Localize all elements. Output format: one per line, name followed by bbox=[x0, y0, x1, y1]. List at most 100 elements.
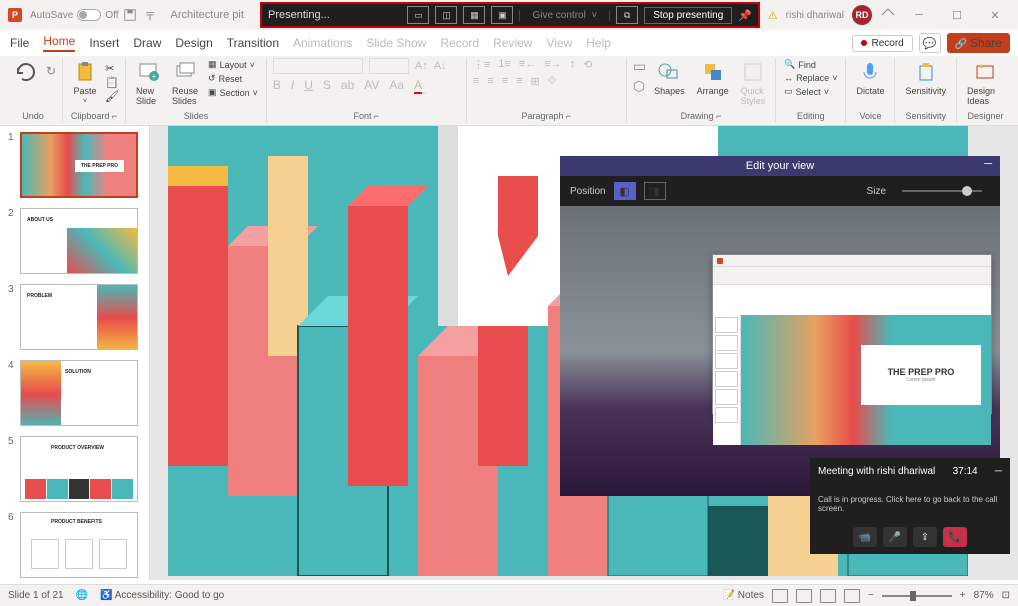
position-left-button[interactable]: ◧ bbox=[614, 182, 636, 200]
give-control-dropdown[interactable]: Give control ˅ bbox=[519, 10, 610, 21]
camera-toggle-button[interactable]: 📹 bbox=[853, 527, 877, 547]
document-title[interactable]: Architecture pit bbox=[171, 9, 244, 21]
quick-styles-button[interactable]: Quick Styles bbox=[737, 58, 770, 108]
italic-button[interactable]: I bbox=[291, 78, 294, 94]
ribbon-options-icon[interactable] bbox=[880, 7, 896, 23]
shrink-font-button[interactable]: A↓ bbox=[434, 60, 447, 72]
comments-button[interactable]: 💬 bbox=[919, 33, 941, 53]
format-painter-button[interactable]: 🖌 bbox=[105, 90, 119, 103]
zoom-in-button[interactable]: + bbox=[960, 590, 966, 601]
record-button[interactable]: Record bbox=[852, 35, 912, 52]
thumbnail-4[interactable]: SOLUTION bbox=[20, 360, 138, 426]
position-right-button[interactable]: ◨ bbox=[644, 182, 666, 200]
bullets-button[interactable]: ⋮≡ bbox=[473, 58, 490, 71]
menu-design[interactable]: Design bbox=[175, 36, 212, 50]
layout-mode-3[interactable]: ▦ bbox=[463, 6, 485, 24]
menu-record[interactable]: Record bbox=[440, 36, 479, 50]
zoom-level[interactable]: 87% bbox=[974, 590, 994, 601]
user-avatar[interactable]: RD bbox=[852, 5, 872, 25]
layout-button[interactable]: ▦ Layout ˅ bbox=[206, 58, 260, 71]
pin-icon[interactable]: 📌 bbox=[738, 9, 752, 22]
warning-icon[interactable]: ⚠ bbox=[768, 9, 778, 22]
dictate-button[interactable]: Dictate bbox=[852, 58, 888, 98]
thumbnail-2[interactable]: ABOUT US bbox=[20, 208, 138, 274]
editing-group-label: Editing bbox=[782, 111, 839, 123]
autosave-toggle[interactable]: AutoSave Off bbox=[30, 9, 119, 21]
user-name[interactable]: rishi dhariwal bbox=[786, 10, 844, 21]
slide-canvas-area[interactable]: Edit your view─ Position ◧ ◨ Size THE PR… bbox=[150, 126, 1018, 580]
thumbnail-6[interactable]: PRODUCT BENEFITS bbox=[20, 512, 138, 578]
cut-button[interactable]: ✂ bbox=[105, 62, 119, 75]
minimize-button[interactable]: ─ bbox=[904, 5, 934, 25]
slideshow-view-button[interactable] bbox=[844, 589, 860, 603]
menu-animations[interactable]: Animations bbox=[293, 36, 352, 50]
shapes-button[interactable]: Shapes bbox=[650, 58, 689, 98]
sensitivity-button[interactable]: Sensitivity bbox=[901, 58, 950, 98]
layout-mode-4[interactable]: ▣ bbox=[491, 6, 513, 24]
new-slide-button[interactable]: +New Slide bbox=[132, 58, 164, 108]
copy-button[interactable]: 📋 bbox=[105, 76, 119, 89]
menu-slideshow[interactable]: Slide Show bbox=[366, 36, 426, 50]
strike-button[interactable]: S bbox=[323, 78, 331, 94]
size-slider[interactable] bbox=[902, 190, 982, 192]
reuse-slides-button[interactable]: Reuse Slides bbox=[168, 58, 202, 108]
undo-button[interactable] bbox=[10, 58, 42, 86]
share-button[interactable]: 🔗 Share bbox=[947, 33, 1010, 53]
menu-draw[interactable]: Draw bbox=[133, 36, 161, 50]
mic-toggle-button[interactable]: 🎤 bbox=[883, 527, 907, 547]
meeting-toast[interactable]: Meeting with rishi dhariwal37:14─ Call i… bbox=[810, 458, 1010, 554]
layout-mode-2[interactable]: ◫ bbox=[435, 6, 457, 24]
popout-icon[interactable]: ⧉ bbox=[616, 6, 638, 24]
bold-button[interactable]: B bbox=[273, 78, 281, 94]
numbering-button[interactable]: 1≡ bbox=[498, 58, 511, 71]
save-icon[interactable] bbox=[123, 8, 137, 22]
font-color-button[interactable]: A bbox=[414, 78, 422, 94]
popup-minimize-icon[interactable]: ─ bbox=[984, 158, 992, 170]
language-indicator[interactable]: 🌐 bbox=[76, 590, 88, 601]
menu-view[interactable]: View bbox=[546, 36, 572, 50]
notes-button[interactable]: 📝 Notes bbox=[723, 590, 764, 601]
designer-group-label: Designer bbox=[963, 111, 1008, 123]
zoom-slider[interactable] bbox=[882, 595, 952, 597]
maximize-button[interactable]: ☐ bbox=[942, 5, 972, 25]
powerpoint-icon: P bbox=[8, 8, 22, 22]
menu-help[interactable]: Help bbox=[586, 36, 611, 50]
paste-button[interactable]: Paste˅ bbox=[69, 58, 101, 107]
hangup-button[interactable]: 📞 bbox=[943, 527, 967, 547]
layout-mode-1[interactable]: ▭ bbox=[407, 6, 429, 24]
thumbnail-3[interactable]: PROBLEM bbox=[20, 284, 138, 350]
grow-font-button[interactable]: A↑ bbox=[415, 60, 428, 72]
accessibility-status[interactable]: ♿ Accessibility: Good to go bbox=[100, 590, 224, 601]
section-button[interactable]: ▣ Section ˅ bbox=[206, 86, 260, 99]
menu-home[interactable]: Home bbox=[43, 34, 75, 52]
arrange-button[interactable]: Arrange bbox=[693, 58, 733, 98]
reading-view-button[interactable] bbox=[820, 589, 836, 603]
find-button[interactable]: 🔍 Find bbox=[782, 58, 839, 71]
normal-view-button[interactable] bbox=[772, 589, 788, 603]
sorter-view-button[interactable] bbox=[796, 589, 812, 603]
stop-presenting-button[interactable]: Stop presenting bbox=[644, 7, 732, 24]
meeting-minimize-icon[interactable]: ─ bbox=[995, 466, 1002, 477]
fit-to-window-button[interactable]: ⊡ bbox=[1002, 590, 1010, 601]
underline-button[interactable]: U bbox=[304, 78, 313, 94]
slide-counter[interactable]: Slide 1 of 21 bbox=[8, 590, 64, 601]
menu-file[interactable]: File bbox=[10, 36, 29, 50]
popup-header[interactable]: Edit your view─ bbox=[560, 156, 1000, 176]
redo-button[interactable]: ↻ bbox=[46, 64, 56, 78]
font-group-label: Font ⌐ bbox=[273, 111, 460, 123]
menu-review[interactable]: Review bbox=[493, 36, 532, 50]
align-left-button[interactable]: ≡ bbox=[473, 75, 479, 88]
thumbnail-5[interactable]: PRODUCT OVERVIEW bbox=[20, 436, 138, 502]
share-toggle-button[interactable]: ⇪ bbox=[913, 527, 937, 547]
replace-button[interactable]: ↔ Replace ˅ bbox=[782, 72, 839, 84]
thumbnail-panel[interactable]: 1THE PREP PRO 2ABOUT US 3PROBLEM 4SOLUTI… bbox=[0, 126, 150, 580]
thumbnail-1[interactable]: THE PREP PRO bbox=[20, 132, 138, 198]
zoom-out-button[interactable]: − bbox=[868, 590, 874, 601]
close-button[interactable]: ✕ bbox=[980, 5, 1010, 25]
design-ideas-button[interactable]: Design Ideas bbox=[963, 58, 1008, 108]
camera-preview: THE PREP PROLorem Ipsum bbox=[560, 206, 1000, 496]
menu-insert[interactable]: Insert bbox=[89, 36, 119, 50]
select-button[interactable]: ▭ Select ˅ bbox=[782, 85, 839, 98]
reset-button[interactable]: ↺ Reset bbox=[206, 72, 260, 85]
menu-transitions[interactable]: Transition bbox=[227, 36, 279, 50]
